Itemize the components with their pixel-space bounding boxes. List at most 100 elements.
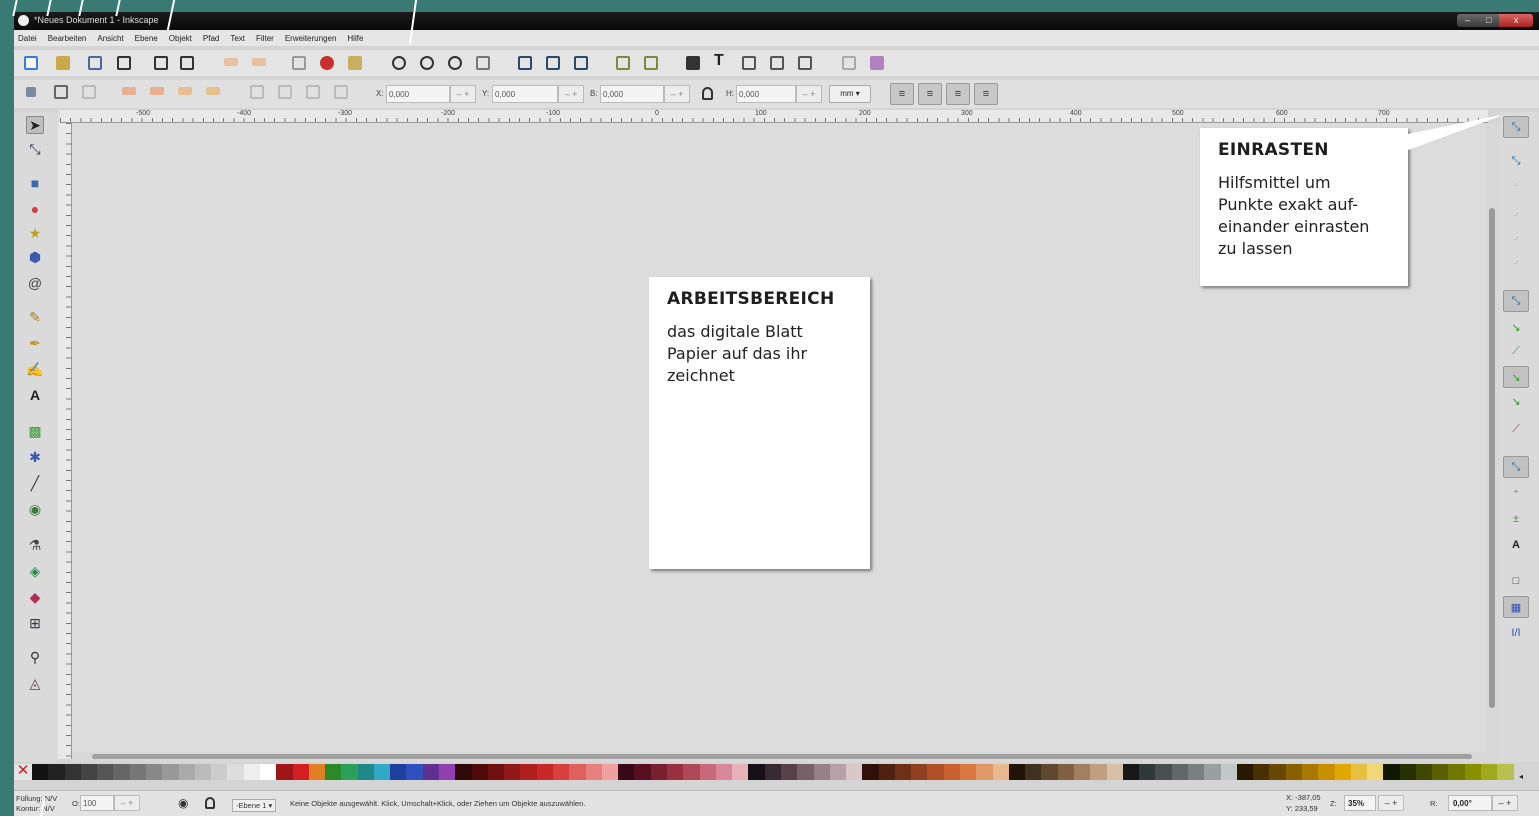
color-swatch[interactable]: [536, 764, 553, 780]
color-swatch[interactable]: [862, 764, 879, 780]
snap-bbox-edge-icon[interactable]: ▫: [1503, 174, 1529, 196]
color-swatch[interactable]: [422, 764, 440, 780]
color-swatch[interactable]: [1285, 764, 1302, 780]
color-swatch[interactable]: [129, 764, 146, 780]
text-tool-icon[interactable]: A: [26, 386, 44, 404]
color-swatch[interactable]: [520, 764, 537, 780]
color-swatch[interactable]: [634, 764, 651, 780]
color-swatch[interactable]: [194, 764, 212, 780]
color-swatch[interactable]: [813, 764, 830, 780]
color-swatch[interactable]: [1139, 764, 1156, 780]
color-swatch[interactable]: [764, 764, 781, 780]
color-swatch[interactable]: [1171, 764, 1188, 780]
y-stepper[interactable]: – +: [558, 85, 584, 103]
zoom-in-icon[interactable]: [392, 56, 406, 70]
snap-cusp-nodes-icon[interactable]: ↘: [1503, 366, 1529, 388]
color-swatch[interactable]: [211, 764, 228, 780]
fill-stroke-icon[interactable]: [686, 56, 700, 70]
menu-datei[interactable]: Datei: [18, 34, 37, 43]
color-swatch[interactable]: [976, 764, 993, 780]
color-swatch[interactable]: [487, 764, 505, 780]
color-swatch[interactable]: [927, 764, 944, 780]
maximize-button[interactable]: □: [1478, 14, 1499, 27]
color-swatch[interactable]: [162, 764, 179, 780]
color-swatch[interactable]: [618, 764, 635, 780]
color-swatch[interactable]: [1220, 764, 1237, 780]
group-icon[interactable]: [616, 56, 630, 70]
color-swatch[interactable]: [1301, 764, 1319, 780]
no-paint-icon[interactable]: ✕: [14, 763, 32, 780]
snap-midpoints-icon[interactable]: ⟋: [1503, 418, 1529, 440]
layer-lock-icon[interactable]: [205, 797, 215, 809]
flip-vertical-icon[interactable]: [206, 87, 220, 95]
color-swatch[interactable]: [569, 764, 586, 780]
spiral-tool-icon[interactable]: @: [26, 274, 44, 292]
snap-rotation-center-icon[interactable]: ±: [1503, 508, 1529, 530]
snap-nodes-icon[interactable]: ⤡: [1503, 290, 1529, 312]
connector-tool-icon[interactable]: ╱: [26, 474, 44, 492]
import-icon[interactable]: [154, 56, 168, 70]
xml-editor-icon[interactable]: [742, 56, 756, 70]
preferences-icon[interactable]: [870, 56, 884, 70]
snap-guide-icon[interactable]: I/I: [1503, 622, 1529, 644]
palette-scroll-icon[interactable]: ◂: [1519, 772, 1523, 781]
color-swatch[interactable]: [1432, 764, 1449, 780]
color-swatch[interactable]: [960, 764, 977, 780]
color-swatch[interactable]: [373, 764, 391, 780]
menu-ansicht[interactable]: Ansicht: [97, 34, 123, 43]
color-swatch[interactable]: [1383, 764, 1400, 780]
zoom-out-icon[interactable]: [420, 56, 434, 70]
redo-icon[interactable]: [252, 58, 266, 66]
node-tool-icon[interactable]: ⤡: [26, 140, 44, 158]
color-swatch[interactable]: [1236, 764, 1254, 780]
snap-object-center-icon[interactable]: ⁺: [1503, 482, 1529, 504]
x-field[interactable]: 0,000: [386, 85, 450, 103]
menu-erweiterungen[interactable]: Erweiterungen: [285, 34, 337, 43]
duplicate-icon[interactable]: [518, 56, 532, 70]
select-all-icon[interactable]: [26, 87, 36, 97]
color-swatch[interactable]: [1318, 764, 1335, 780]
snap-page-border-icon[interactable]: □: [1503, 570, 1529, 592]
color-swatch[interactable]: [1334, 764, 1351, 780]
snap-bbox-midpoint-icon[interactable]: ⌟: [1503, 224, 1529, 246]
color-swatch[interactable]: [1025, 764, 1042, 780]
color-swatch[interactable]: [145, 764, 163, 780]
menu-pfad[interactable]: Pfad: [203, 34, 219, 43]
color-swatch[interactable]: [471, 764, 488, 780]
color-swatch[interactable]: [878, 764, 895, 780]
transform-corners-button[interactable]: ≡: [918, 83, 942, 105]
snap-toggle-icon[interactable]: ⤡: [1503, 116, 1529, 138]
color-swatch[interactable]: [357, 764, 374, 780]
color-swatch[interactable]: [292, 764, 309, 780]
rotation-field[interactable]: 0,00°: [1448, 795, 1492, 811]
spray-tool-icon[interactable]: ▩: [26, 422, 44, 440]
text-font-icon[interactable]: T: [714, 53, 728, 69]
color-swatch[interactable]: [243, 764, 260, 780]
color-swatch[interactable]: [1090, 764, 1107, 780]
visibility-eye-icon[interactable]: ◉: [178, 797, 192, 811]
lock-proportions-icon[interactable]: [702, 87, 713, 100]
color-swatch[interactable]: [1253, 764, 1270, 780]
color-swatch[interactable]: [780, 764, 798, 780]
color-swatch[interactable]: [178, 764, 195, 780]
save-icon[interactable]: [88, 56, 102, 70]
gradient-tool-icon[interactable]: ◉: [26, 500, 44, 518]
menu-objekt[interactable]: Objekt: [169, 34, 192, 43]
color-swatch[interactable]: [406, 764, 423, 780]
snap-smooth-nodes-icon[interactable]: ↘: [1503, 390, 1529, 412]
mesh-tool-icon[interactable]: ⊞: [26, 614, 44, 632]
print-icon[interactable]: [117, 56, 131, 70]
calligraphy-tool-icon[interactable]: ✍: [26, 360, 44, 378]
snap-bbox-center-icon[interactable]: ⌟: [1503, 248, 1529, 270]
color-swatch[interactable]: [504, 764, 521, 780]
paint-bucket-tool-icon[interactable]: ◈: [26, 562, 44, 580]
horizontal-scroll-thumb[interactable]: [92, 754, 1472, 759]
clone-icon[interactable]: [546, 56, 560, 70]
color-swatch[interactable]: [390, 764, 407, 780]
color-swatch[interactable]: [1481, 764, 1498, 780]
color-swatch[interactable]: [699, 764, 716, 780]
dropper-tool-icon[interactable]: ⚗: [26, 536, 44, 554]
document-properties-icon[interactable]: [842, 56, 856, 70]
x-stepper[interactable]: – +: [450, 85, 476, 103]
horizontal-ruler[interactable]: [60, 110, 1488, 123]
